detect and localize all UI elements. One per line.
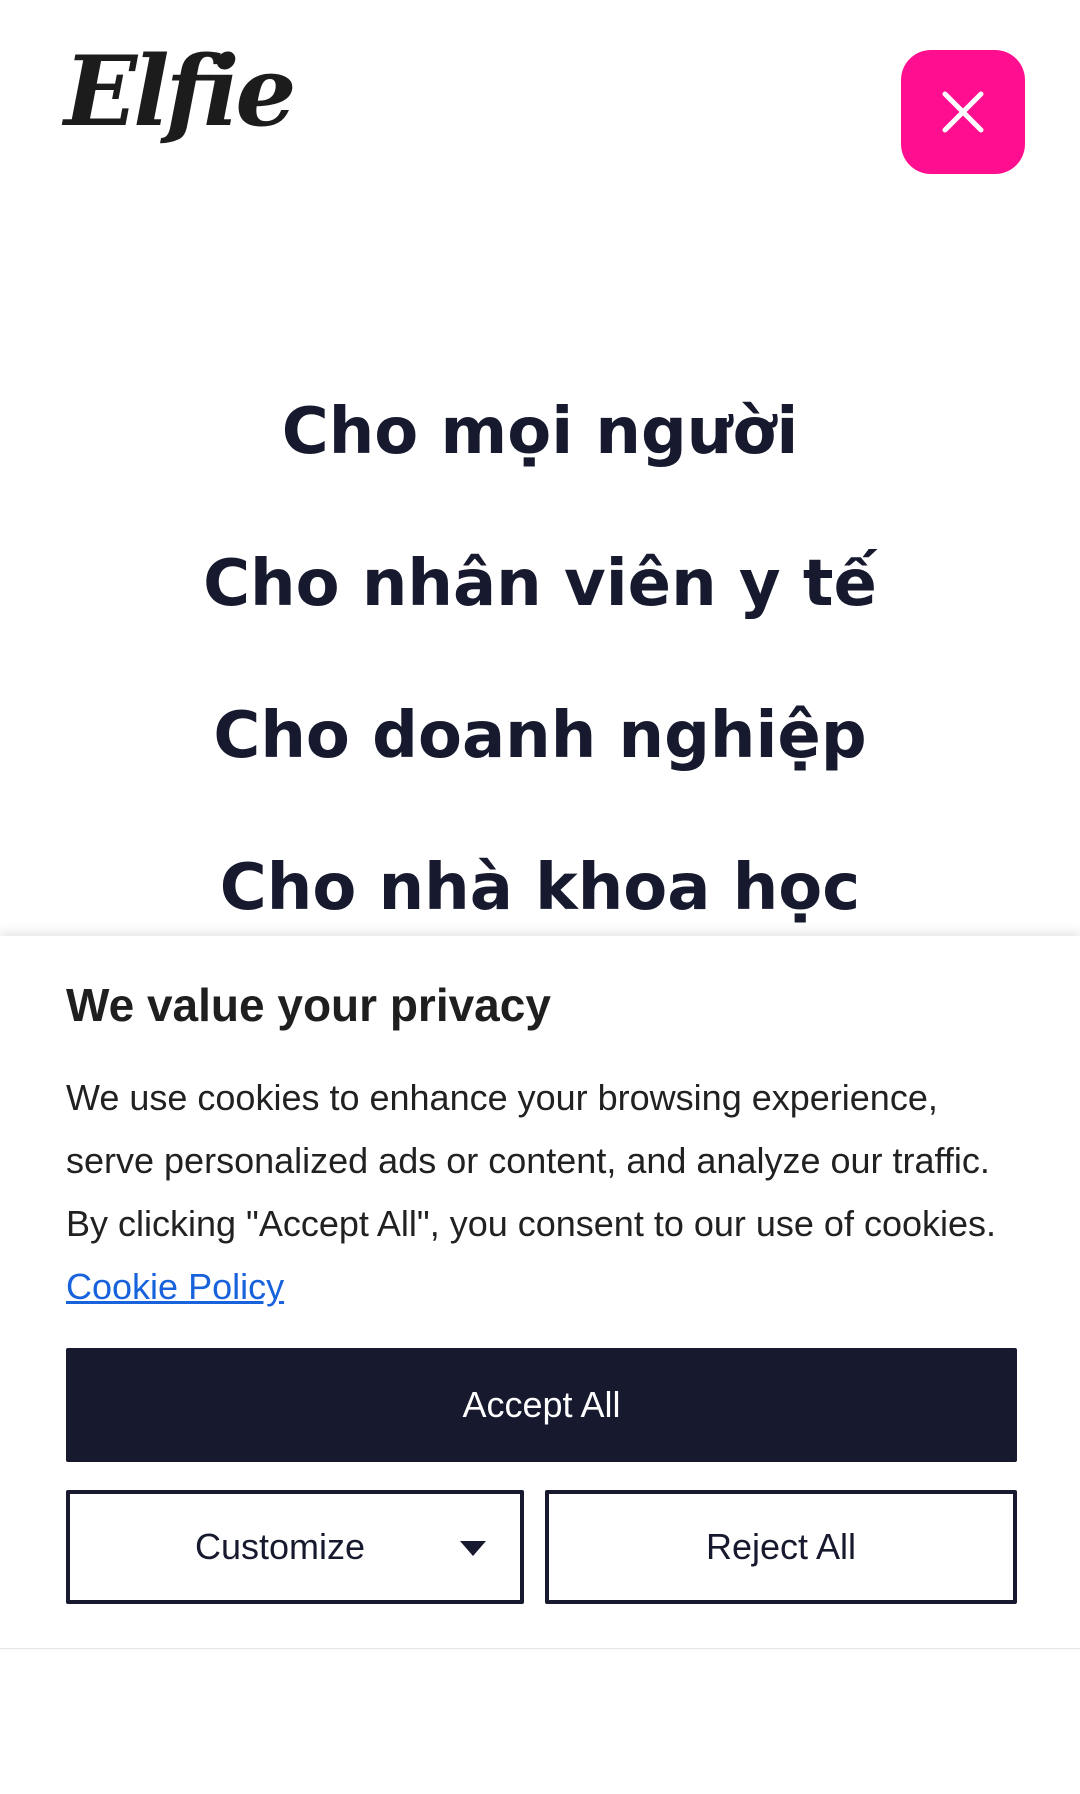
- cookie-banner-title: We value your privacy: [66, 979, 551, 1031]
- main-nav-menu: Cho mọi người Cho nhân viên y tế Cho doa…: [0, 370, 1080, 978]
- nav-item-businesses[interactable]: Cho doanh nghiệp: [0, 674, 1080, 826]
- elfie-logo[interactable]: Elfie: [64, 44, 296, 140]
- cookie-banner-text: We use cookies to enhance your browsing …: [66, 1066, 1026, 1318]
- customize-button[interactable]: Customize: [66, 1490, 524, 1604]
- close-icon: [942, 91, 984, 133]
- cookie-policy-link[interactable]: Cookie Policy: [66, 1266, 284, 1307]
- accept-all-button[interactable]: Accept All: [66, 1348, 1017, 1462]
- nav-item-everyone[interactable]: Cho mọi người: [0, 370, 1080, 522]
- nav-item-healthcare-workers[interactable]: Cho nhân viên y tế: [0, 522, 1080, 674]
- customize-button-label: Customize: [194, 1526, 366, 1567]
- reject-all-button[interactable]: Reject All: [545, 1490, 1017, 1604]
- close-menu-button[interactable]: [901, 50, 1025, 174]
- cookie-banner-body: We use cookies to enhance your browsing …: [66, 1077, 997, 1244]
- cookie-consent-banner: We value your privacy We use cookies to …: [0, 936, 1080, 1649]
- caret-down-icon: [460, 1541, 486, 1556]
